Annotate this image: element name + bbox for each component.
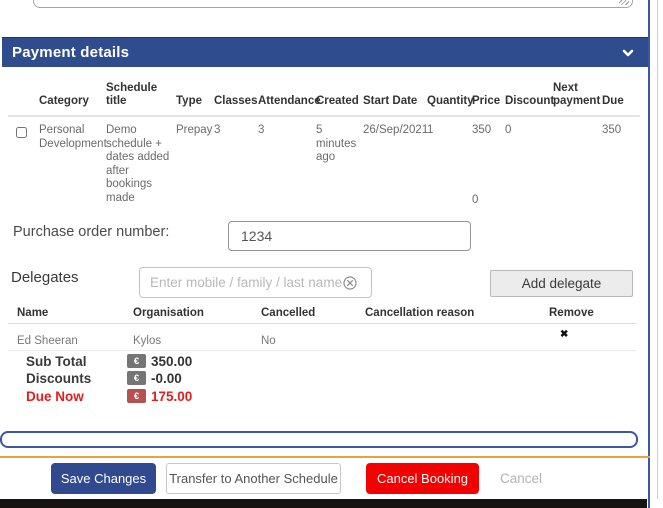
cell-discount: 0 (505, 122, 553, 205)
payment-details-header[interactable]: Payment details (2, 37, 648, 67)
col-type: Type (176, 95, 214, 115)
purchase-order-input[interactable] (228, 221, 471, 251)
save-changes-button[interactable]: Save Changes (51, 463, 156, 494)
cancel-button[interactable]: Cancel (487, 463, 555, 494)
col-schedule-title: Schedule title (106, 82, 176, 114)
remove-delegate-icon[interactable]: ✖ (560, 329, 568, 340)
delegate-search-input[interactable] (139, 267, 372, 298)
cell-created: 5 minutes ago (316, 122, 363, 205)
currency-badge: € (127, 389, 146, 403)
transfer-schedule-button[interactable]: Transfer to Another Schedule (166, 463, 341, 494)
cell-price: 350 (472, 122, 505, 205)
col-attendance: Attendance (258, 95, 316, 115)
col-classes: Classes (214, 95, 258, 115)
cell-next-payment (553, 122, 602, 205)
cell-attendance: 3 (258, 122, 316, 205)
footer-divider (0, 456, 650, 458)
dt-col-remove: Remove (549, 307, 594, 319)
subtotal-value: 350.00 (151, 354, 192, 369)
row-checkbox[interactable] (16, 127, 27, 138)
subtotal-row: Sub Total € 350.00 (0, 354, 400, 369)
panel-bottom-cap (0, 431, 638, 448)
col-discount: Discount (505, 95, 553, 115)
add-delegate-button[interactable]: Add delegate (490, 270, 633, 297)
payment-details-title: Payment details (2, 44, 129, 61)
dt-col-name: Name (17, 307, 48, 319)
cell-category: Personal Development (39, 122, 106, 205)
notes-textarea[interactable] (33, 0, 633, 8)
dt-col-cancellation-reason: Cancellation reason (365, 307, 474, 319)
dt-col-organisation: Organisation (133, 307, 204, 319)
due-now-label: Due Now (26, 389, 84, 404)
col-quantity: Quantity (427, 95, 472, 115)
cell-type: Prepay (176, 122, 214, 205)
cancel-booking-button[interactable]: Cancel Booking (366, 463, 479, 494)
scrollbar-track-line (657, 0, 658, 499)
col-next-payment: Next payment (553, 82, 602, 114)
delegate-name: Ed Sheeran (17, 335, 78, 347)
col-created: Created (316, 95, 363, 115)
due-now-row: Due Now € 175.00 (0, 389, 400, 404)
taskbar-strip (0, 499, 647, 508)
currency-badge: € (127, 354, 146, 368)
cell-due: 350 (602, 122, 642, 205)
resize-grip-icon[interactable] (619, 0, 629, 5)
discounts-label: Discounts (26, 371, 91, 386)
delegates-label: Delegates (11, 269, 79, 286)
cell-schedule-title: Demo schedule + dates added after bookin… (106, 122, 176, 205)
delegate-cancelled: No (261, 335, 276, 347)
clear-search-icon[interactable] (343, 276, 357, 290)
cell-quantity: 1 (427, 122, 472, 205)
due-now-value: 175.00 (151, 389, 192, 404)
discounts-row: Discounts € -0.00 (0, 371, 400, 386)
col-price: Price (472, 95, 505, 115)
cell-classes: 3 (214, 122, 258, 205)
discounts-value: -0.00 (151, 371, 182, 386)
delegates-header-divider (8, 323, 636, 324)
header-spacer (16, 107, 39, 114)
cell-start-date: 26/Sep/2021 (363, 122, 427, 205)
subtotal-label: Sub Total (26, 354, 87, 369)
col-start-date: Start Date (363, 95, 427, 115)
col-due: Due (602, 95, 642, 115)
table-header-divider (8, 115, 640, 117)
dt-col-cancelled: Cancelled (261, 307, 315, 319)
payment-table-header: Category Schedule title Type Classes Att… (0, 82, 648, 114)
currency-badge: € (127, 371, 146, 385)
delegates-row-divider (8, 350, 636, 351)
col-category: Category (39, 95, 106, 115)
booking-payment-panel: Payment details Category Schedule title … (0, 0, 663, 508)
purchase-order-label: Purchase order number: (13, 224, 169, 240)
delegate-organisation: Kylos (133, 335, 161, 347)
payment-table-row: Personal Development Demo schedule + dat… (0, 122, 648, 205)
price-column-total: 0 (472, 194, 478, 206)
chevron-down-icon[interactable] (622, 47, 634, 59)
panel-right-border (648, 0, 650, 508)
